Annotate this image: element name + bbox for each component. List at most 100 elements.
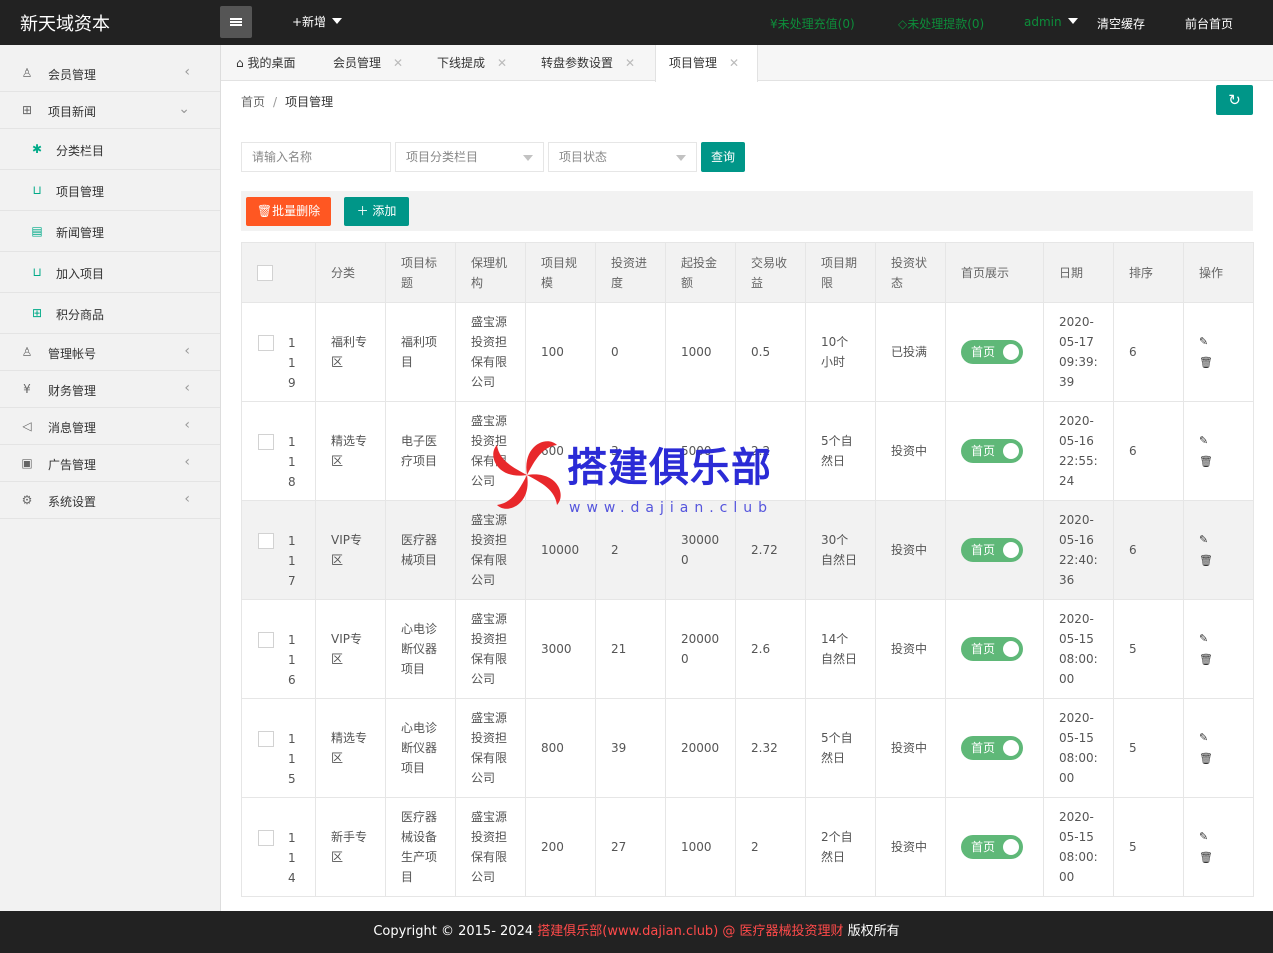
tab-member[interactable]: 会员管理 ✕	[333, 45, 403, 81]
homepage-toggle[interactable]: 首页	[961, 637, 1023, 661]
close-icon[interactable]: ✕	[497, 56, 507, 70]
status-select[interactable]: 项目状态	[548, 142, 697, 172]
footer: Copyright © 2015- 2024 搭建俱乐部(www.dajian.…	[0, 911, 1273, 953]
edit-icon[interactable]: ✎	[1199, 434, 1208, 447]
row-checkbox[interactable]	[258, 632, 274, 648]
name-search-input[interactable]: 请输入名称	[241, 142, 391, 172]
homepage-toggle-label: 首页	[971, 741, 996, 755]
row-checkbox[interactable]	[258, 335, 274, 351]
sidebar-item-category[interactable]: ✱ 分类栏目	[0, 129, 220, 170]
pending-withdraw-label: 未处理提款(0)	[907, 17, 985, 31]
edit-icon[interactable]: ✎	[1199, 731, 1208, 744]
sidebar-item-label: 会员管理	[48, 68, 97, 82]
tab-project[interactable]: 项目管理 ✕	[655, 45, 758, 82]
caret-down-icon	[332, 18, 343, 24]
cell-term: 14个自然日	[805, 599, 876, 699]
query-button[interactable]: 查询	[701, 142, 745, 172]
tab-wheel[interactable]: 转盘参数设置 ✕	[541, 45, 635, 81]
edit-icon[interactable]: ✎	[1199, 632, 1208, 645]
homepage-toggle-label: 首页	[971, 543, 996, 557]
row-select-cell: 116	[241, 599, 316, 699]
grid-icon: ⊞	[31, 306, 43, 320]
tab-commission[interactable]: 下线提成 ✕	[437, 45, 507, 81]
user-icon: ♙	[21, 66, 33, 80]
trash-icon[interactable]: 🗑	[1199, 356, 1213, 369]
sidebar-item-ads[interactable]: ▣ 广告管理 ‹	[0, 445, 220, 482]
homepage-toggle[interactable]: 首页	[961, 538, 1023, 562]
menu-toggle-button[interactable]	[220, 6, 252, 38]
cell-org: 盛宝源投资担保有限公司	[455, 599, 526, 699]
edit-icon[interactable]: ✎	[1199, 335, 1208, 348]
category-select[interactable]: 项目分类栏目	[395, 142, 544, 172]
close-icon[interactable]: ✕	[729, 56, 739, 70]
row-checkbox[interactable]	[258, 830, 274, 846]
add-button[interactable]: ＋ 添加	[344, 197, 409, 226]
refresh-button[interactable]: ↻	[1216, 85, 1253, 115]
cell-scale: 800	[525, 698, 596, 798]
admin-dropdown[interactable]: admin	[1024, 15, 1078, 29]
cell-status: 投资中	[875, 797, 946, 897]
cell-term: 5个自然日	[805, 401, 876, 501]
col-progress: 投资进度	[595, 242, 666, 303]
sidebar-item-join[interactable]: ⊔ 加入项目	[0, 252, 220, 293]
trash-icon[interactable]: 🗑	[1199, 554, 1213, 567]
pending-withdraw-link[interactable]: ◇未处理提款(0)	[898, 15, 984, 32]
book-icon: ⊞	[21, 103, 33, 117]
sidebar-item-label: 新闻管理	[56, 226, 105, 240]
sidebar-item-news-manage[interactable]: ▤ 新闻管理	[0, 211, 220, 252]
cell-org: 盛宝源投资担保有限公司	[455, 302, 526, 402]
category-select-value: 项目分类栏目	[406, 150, 479, 164]
edit-icon[interactable]: ✎	[1199, 830, 1208, 843]
caret-down-icon	[523, 155, 533, 161]
chevron-left-icon: ‹	[184, 491, 190, 507]
trash-icon[interactable]: 🗑	[1199, 455, 1213, 468]
footer-brand-link[interactable]: 搭建俱乐部(www.dajian.club) @ 医疗器械投资理财	[537, 924, 843, 939]
homepage-toggle[interactable]: 首页	[961, 439, 1023, 463]
edit-icon[interactable]: ✎	[1199, 533, 1208, 546]
breadcrumb-home[interactable]: 首页	[241, 95, 265, 109]
pending-recharge-label: 未处理充值(0)	[777, 17, 855, 31]
tab-desktop[interactable]: ⌂ 我的桌面	[236, 45, 295, 81]
homepage-toggle-label: 首页	[971, 642, 996, 656]
homepage-toggle[interactable]: 首页	[961, 835, 1023, 859]
sidebar-item-account[interactable]: ♙ 管理帐号 ‹	[0, 334, 220, 371]
pending-recharge-link[interactable]: ¥未处理充值(0)	[770, 15, 855, 32]
cell-homepage: 首页	[945, 302, 1044, 402]
pinwheel-logo-icon	[493, 441, 561, 509]
close-icon[interactable]: ✕	[393, 56, 403, 70]
gear-icon: ⚙	[21, 493, 33, 507]
cell-title: 医疗器械设备生产项目	[385, 797, 456, 897]
row-checkbox[interactable]	[258, 731, 274, 747]
clear-cache-link[interactable]: 清空缓存	[1097, 15, 1145, 32]
sidebar-item-news[interactable]: ⊞ 项目新闻 ⌄	[0, 92, 220, 129]
cell-term: 10个小时	[805, 302, 876, 402]
cell-actions: ✎🗑	[1183, 401, 1254, 501]
row-checkbox[interactable]	[258, 533, 274, 549]
sidebar-item-finance[interactable]: ¥ 财务管理 ‹	[0, 371, 220, 408]
sidebar-item-points[interactable]: ⊞ 积分商品	[0, 293, 220, 334]
cell-actions: ✎🗑	[1183, 797, 1254, 897]
cell-title: 医疗器械项目	[385, 500, 456, 600]
sidebar-item-system[interactable]: ⚙ 系统设置 ‹	[0, 482, 220, 519]
trash-icon[interactable]: 🗑	[1199, 653, 1213, 666]
close-icon[interactable]: ✕	[625, 56, 635, 70]
cell-progress: 21	[595, 599, 666, 699]
select-all-checkbox[interactable]	[257, 265, 273, 281]
new-add-dropdown[interactable]: +新增	[292, 13, 343, 30]
select-all-cell	[241, 242, 316, 303]
cell-homepage: 首页	[945, 698, 1044, 798]
row-checkbox[interactable]	[258, 434, 274, 450]
homepage-toggle[interactable]: 首页	[961, 340, 1023, 364]
col-date: 日期	[1043, 242, 1114, 303]
batch-delete-button[interactable]: 🗑批量删除	[246, 197, 331, 226]
front-home-link[interactable]: 前台首页	[1185, 15, 1233, 32]
table-toolbar: 🗑批量删除 ＋ 添加	[241, 191, 1253, 231]
cell-date: 2020-05-16 22:40:36	[1043, 500, 1114, 600]
trash-icon[interactable]: 🗑	[1199, 851, 1213, 864]
sidebar-item-member[interactable]: ♙ 会员管理 ‹	[0, 55, 220, 92]
sidebar-item-project[interactable]: ⊔ 项目管理	[0, 170, 220, 211]
sidebar-item-message[interactable]: ◁ 消息管理 ‹	[0, 408, 220, 445]
homepage-toggle[interactable]: 首页	[961, 736, 1023, 760]
trash-icon[interactable]: 🗑	[1199, 752, 1213, 765]
cell-actions: ✎🗑	[1183, 698, 1254, 798]
